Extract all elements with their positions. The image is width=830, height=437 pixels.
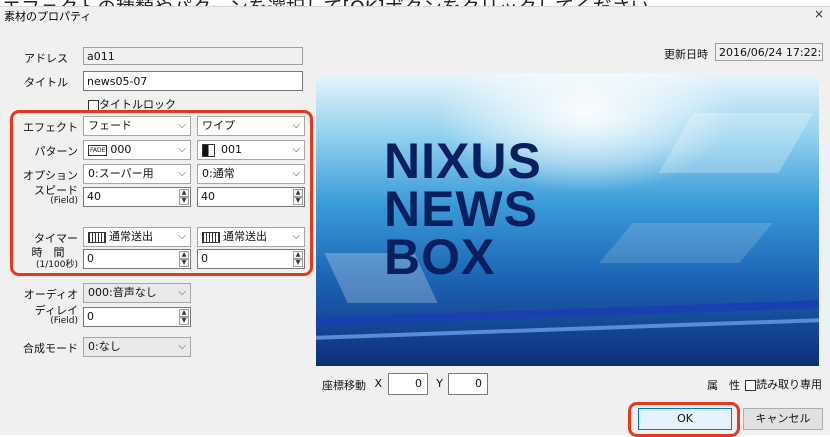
effect-out-select[interactable]: ワイプ ⌵ (197, 116, 305, 136)
spin-down-icon[interactable]: ▼ (179, 197, 189, 205)
spin-up-icon[interactable]: ▲ (179, 189, 189, 197)
timer-out-select[interactable]: 通常送出 ⌵ (197, 227, 305, 247)
timer-in-select[interactable]: 通常送出 ⌵ (83, 227, 191, 247)
coord-x-label: X (374, 377, 382, 390)
spin-down-icon[interactable]: ▼ (179, 317, 189, 325)
keyboard-icon (202, 231, 220, 243)
delay-label-unit: (Field) (50, 316, 78, 326)
option-out-select[interactable]: 0:通常 ⌵ (197, 164, 305, 184)
title-lock-check-box[interactable] (88, 99, 99, 111)
chevron-down-icon: ⌵ (178, 144, 186, 155)
preview-shard (599, 223, 773, 263)
address-field: a011 (83, 47, 303, 65)
spin-down-icon[interactable]: ▼ (293, 259, 303, 267)
spin-down-icon[interactable]: ▼ (293, 197, 303, 205)
timer-in-value: 通常送出 (109, 230, 153, 243)
readonly-label: 読み取り専用 (756, 378, 822, 391)
address-label: アドレス (24, 52, 68, 65)
chevron-down-icon: ⌵ (178, 168, 186, 179)
fade-pattern-icon: FADE (88, 144, 108, 156)
option-out-value: 0:通常 (202, 167, 235, 180)
effect-in-value: フェード (88, 119, 132, 132)
speed-out-spinner[interactable]: 40 ▲ ▼ (197, 187, 305, 207)
updated-field: 2016/06/24 17:22:38 (715, 43, 823, 61)
material-preview: NIXUS NEWS BOX (316, 73, 819, 366)
properties-dialog: 素材のプロパティ × アドレス a011 タイトル news05-07 タイトル… (0, 6, 830, 437)
speed-in-spinner[interactable]: 40 ▲ ▼ (83, 187, 191, 207)
pattern-label: パターン (34, 145, 78, 158)
blend-mode-label: 合成モード (23, 342, 78, 355)
timer-label: タイマー (34, 232, 78, 245)
chevron-down-icon: ⌵ (178, 341, 186, 352)
effect-out-value: ワイプ (202, 119, 235, 132)
speed-label-unit: (Field) (50, 196, 78, 206)
close-icon[interactable]: × (814, 7, 824, 21)
coord-x-input[interactable]: 0 (388, 373, 428, 395)
title-input[interactable]: news05-07 (83, 71, 303, 91)
keyboard-icon (88, 231, 106, 243)
delay-spinner[interactable]: 0 ▲ ▼ (83, 307, 191, 327)
option-label: オプション (23, 169, 78, 182)
time-in-value: 0 (87, 252, 94, 265)
pattern-out-select[interactable]: 001 ⌵ (197, 140, 305, 160)
time-out-spinner[interactable]: 0 ▲ ▼ (197, 249, 305, 269)
title-label: タイトル (24, 76, 68, 89)
time-in-spinner[interactable]: 0 ▲ ▼ (83, 249, 191, 269)
pattern-in-value: 000 (110, 143, 132, 156)
time-label-unit: (1/100秒) (36, 260, 78, 270)
audio-value: 000:音声なし (88, 286, 157, 299)
effect-label: エフェクト (23, 121, 78, 134)
chevron-down-icon: ⌵ (292, 231, 300, 242)
ok-button[interactable]: OK (638, 408, 732, 430)
time-label: 時 間 (1/100秒) (18, 246, 79, 271)
spin-up-icon[interactable]: ▲ (293, 251, 303, 259)
chevron-down-icon: ⌵ (178, 287, 186, 298)
wipe-pattern-icon (202, 143, 215, 157)
pattern-out-value: 001 (221, 143, 242, 156)
speed-out-value: 40 (201, 190, 215, 203)
chevron-down-icon: ⌵ (292, 144, 300, 155)
audio-select[interactable]: 000:音声なし ⌵ (83, 283, 191, 303)
updated-label: 更新日時 (664, 48, 708, 61)
readonly-check-box[interactable] (745, 379, 756, 391)
time-label-main: 時 間 (31, 246, 65, 259)
delay-value: 0 (87, 310, 94, 323)
effect-in-select[interactable]: フェード ⌵ (83, 116, 191, 136)
option-in-select[interactable]: 0:スーパー用 ⌵ (83, 164, 191, 184)
spin-up-icon[interactable]: ▲ (293, 189, 303, 197)
coord-y-label: Y (436, 377, 443, 390)
coord-y-input[interactable]: 0 (448, 373, 488, 395)
chevron-down-icon: ⌵ (292, 168, 300, 179)
pattern-in-select[interactable]: FADE 000 ⌵ (83, 140, 191, 160)
chevron-down-icon: ⌵ (178, 120, 186, 131)
spin-down-icon[interactable]: ▼ (179, 259, 189, 267)
delay-label: ディレイ (Field) (18, 305, 78, 327)
chevron-down-icon: ⌵ (292, 120, 300, 131)
speed-in-value: 40 (87, 190, 101, 203)
attribute-label: 属 性 (707, 379, 740, 392)
chevron-down-icon: ⌵ (178, 231, 186, 242)
time-out-value: 0 (201, 252, 208, 265)
preview-title-line3: BOX (384, 229, 496, 285)
delay-label-main: ディレイ (34, 304, 78, 317)
timer-out-value: 通常送出 (223, 230, 267, 243)
dialog-title: 素材のプロパティ (4, 10, 92, 23)
preview-title-line2: NEWS (384, 181, 538, 237)
option-in-value: 0:スーパー用 (88, 167, 154, 180)
speed-label-main: スピード (34, 184, 78, 197)
blend-mode-select[interactable]: 0:なし ⌵ (83, 337, 191, 357)
audio-label: オーディオ (23, 288, 78, 301)
speed-label: スピード (Field) (18, 185, 78, 207)
spin-up-icon[interactable]: ▲ (179, 251, 189, 259)
blend-mode-value: 0:なし (88, 340, 121, 353)
cancel-button[interactable]: キャンセル (743, 408, 823, 430)
spin-up-icon[interactable]: ▲ (179, 309, 189, 317)
readonly-checkbox[interactable]: 読み取り専用 (745, 376, 822, 392)
preview-title-line1: NIXUS (384, 133, 542, 189)
coords-label: 座標移動 (322, 379, 366, 392)
